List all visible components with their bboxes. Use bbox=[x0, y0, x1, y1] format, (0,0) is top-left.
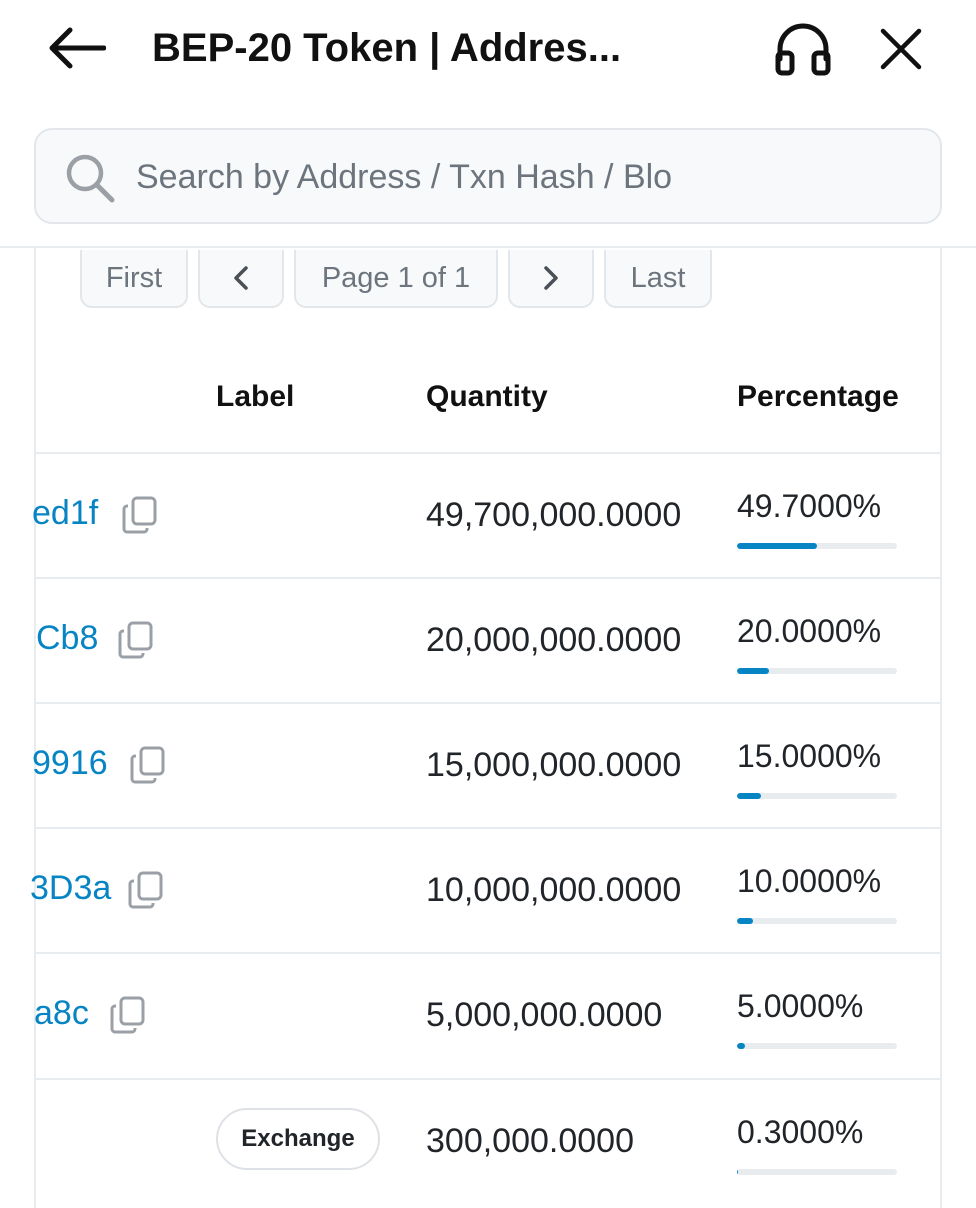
percentage-bar bbox=[737, 918, 897, 924]
percentage-bar-fill bbox=[737, 1169, 738, 1175]
search-bar bbox=[34, 128, 942, 224]
table-row: 9916 15,000,000.0000 15.0000% bbox=[32, 702, 942, 827]
percentage-bar bbox=[737, 668, 897, 674]
percentage-value: 20.0000% bbox=[737, 613, 882, 649]
page-title: BEP-20 Token | Addres... bbox=[152, 26, 622, 70]
chevron-left-icon bbox=[234, 266, 248, 290]
copy-icon[interactable] bbox=[128, 871, 164, 909]
quantity-value: 5,000,000.0000 bbox=[426, 996, 663, 1034]
percentage-bar bbox=[737, 543, 897, 549]
column-header-percentage: Percentage bbox=[737, 380, 899, 413]
holder-address-link[interactable]: 3D3a bbox=[30, 869, 111, 908]
close-button[interactable] bbox=[868, 16, 934, 82]
percentage-bar bbox=[737, 793, 897, 799]
search-input[interactable] bbox=[136, 144, 926, 210]
back-button[interactable] bbox=[40, 18, 112, 78]
last-page-button[interactable]: Last bbox=[604, 250, 712, 308]
quantity-value: 49,700,000.0000 bbox=[426, 496, 682, 534]
support-button[interactable] bbox=[770, 16, 836, 82]
table-row: a8c 5,000,000.0000 5.0000% bbox=[34, 952, 942, 1077]
percentage-value: 5.0000% bbox=[737, 988, 864, 1024]
percentage-bar-fill bbox=[737, 543, 817, 549]
holder-address-link[interactable]: a8c bbox=[34, 994, 89, 1033]
column-header-label: Label bbox=[216, 380, 295, 413]
holder-address-link[interactable]: ed1f bbox=[32, 494, 98, 533]
percentage-bar-fill bbox=[737, 1043, 745, 1049]
percentage-value: 15.0000% bbox=[737, 738, 882, 774]
exchange-label-badge[interactable]: Exchange bbox=[216, 1108, 380, 1170]
quantity-value: 15,000,000.0000 bbox=[426, 746, 682, 784]
table-row: Exchange 300,000.0000 0.3000% bbox=[34, 1078, 942, 1203]
table-row: ed1f 49,700,000.0000 49.7000% bbox=[32, 452, 942, 577]
percentage-bar bbox=[737, 1043, 897, 1049]
chevron-right-icon bbox=[544, 266, 558, 290]
percentage-value: 0.3000% bbox=[737, 1114, 864, 1150]
quantity-value: 300,000.0000 bbox=[426, 1122, 634, 1160]
previous-page-button[interactable] bbox=[198, 250, 284, 308]
holder-address-link[interactable]: 9916 bbox=[32, 744, 108, 783]
quantity-value: 20,000,000.0000 bbox=[426, 621, 682, 659]
percentage-bar bbox=[737, 1169, 897, 1175]
column-header-quantity: Quantity bbox=[426, 380, 548, 413]
quantity-value: 10,000,000.0000 bbox=[426, 871, 682, 909]
copy-icon[interactable] bbox=[130, 746, 166, 784]
copy-icon[interactable] bbox=[122, 496, 158, 534]
arrow-left-icon bbox=[49, 27, 106, 69]
percentage-bar-fill bbox=[737, 668, 769, 674]
copy-icon[interactable] bbox=[110, 996, 146, 1034]
table-row: Cb8 20,000,000.0000 20.0000% bbox=[34, 577, 942, 702]
copy-icon[interactable] bbox=[118, 621, 154, 659]
search-icon bbox=[66, 154, 115, 203]
percentage-bar-fill bbox=[737, 793, 761, 799]
table-row: 3D3a 10,000,000.0000 10.0000% bbox=[30, 827, 942, 952]
headphones-icon bbox=[775, 23, 831, 76]
percentage-value: 49.7000% bbox=[737, 488, 882, 524]
app-header: BEP-20 Token | Addres... bbox=[0, 0, 976, 248]
page-indicator: Page 1 of 1 bbox=[294, 250, 498, 308]
percentage-value: 10.0000% bbox=[737, 863, 882, 899]
percentage-bar-fill bbox=[737, 918, 753, 924]
first-page-button[interactable]: First bbox=[80, 250, 188, 308]
pagination: First Page 1 of 1 Last bbox=[80, 250, 712, 308]
holder-address-link[interactable]: Cb8 bbox=[36, 619, 98, 658]
close-icon bbox=[880, 28, 922, 70]
next-page-button[interactable] bbox=[508, 250, 594, 308]
